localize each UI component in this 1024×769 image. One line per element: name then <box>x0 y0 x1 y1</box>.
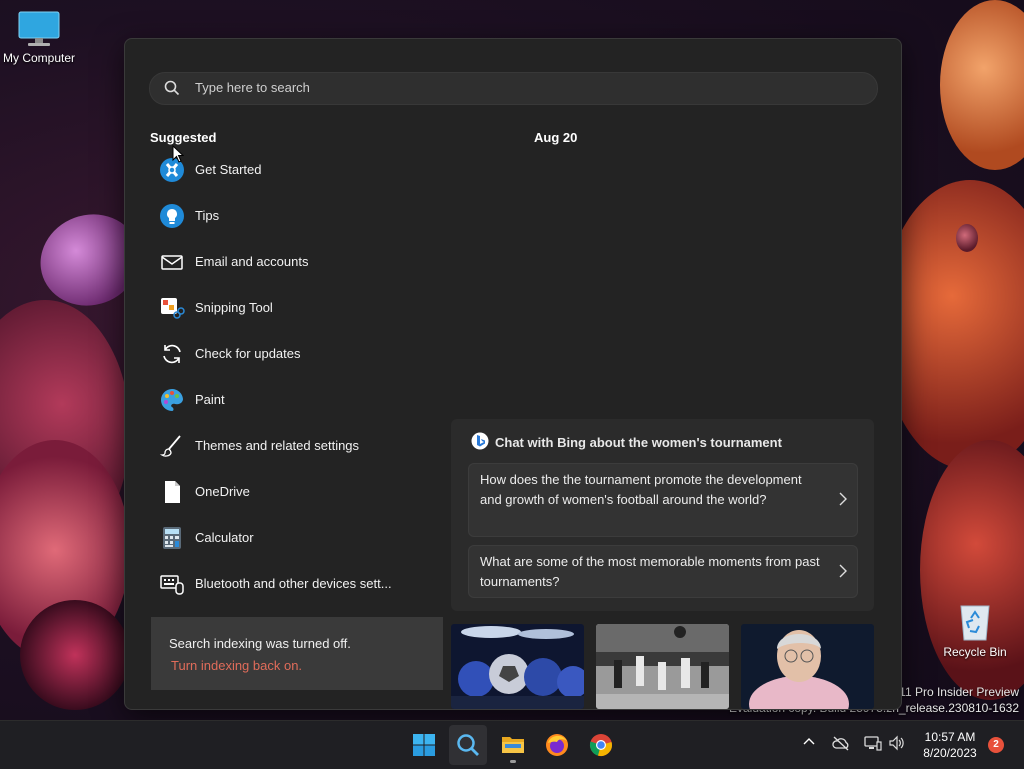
watermark-line1: s 11 Pro Insider Preview <box>889 685 1019 699</box>
devices-icon <box>159 571 185 597</box>
suggestion-get-started[interactable]: Get Started <box>159 157 419 203</box>
suggestion-check-for-updates[interactable]: Check for updates <box>159 341 419 387</box>
suggestion-email-accounts[interactable]: Email and accounts <box>159 249 419 295</box>
suggestion-label: Bluetooth and other devices sett... <box>195 576 392 591</box>
suggestion-tips[interactable]: Tips <box>159 203 419 249</box>
footballs-image[interactable] <box>451 624 584 709</box>
taskbar: 10:57 AM 8/20/2023 2 <box>0 720 1024 769</box>
monitor-icon <box>17 10 61 48</box>
suggestion-label: Themes and related settings <box>195 438 360 453</box>
coach-portrait-image[interactable] <box>741 624 874 709</box>
network-icon[interactable] <box>864 735 882 756</box>
chevron-up-icon[interactable] <box>802 735 816 754</box>
volume-icon[interactable] <box>888 735 904 756</box>
chat-question-card[interactable]: What are some of the most memorable mome… <box>468 545 858 598</box>
suggestion-snipping-tool[interactable]: Snipping Tool <box>159 295 419 341</box>
paint-palette-icon <box>159 387 185 413</box>
notification-badge[interactable]: 2 <box>988 737 1004 753</box>
system-clock[interactable]: 10:57 AM 8/20/2023 <box>918 729 982 761</box>
brush-icon <box>159 433 185 459</box>
clock-time: 10:57 AM <box>924 730 976 744</box>
chat-title: Chat with Bing about the women's tournam… <box>495 435 782 450</box>
chat-question-text: How does the the tournament promote the … <box>480 472 802 507</box>
chevron-right-icon <box>839 492 847 511</box>
document-icon <box>159 479 185 505</box>
firefox-button[interactable] <box>538 725 576 765</box>
chevron-right-icon <box>839 564 847 583</box>
mail-icon <box>159 249 185 275</box>
my-computer-label: My Computer <box>2 51 76 65</box>
file-explorer-button[interactable] <box>494 725 532 765</box>
date-heading: Aug 20 <box>534 130 578 145</box>
suggested-heading: Suggested <box>150 130 217 145</box>
calculator-icon <box>159 525 185 551</box>
suggestion-label: Calculator <box>195 530 254 545</box>
suggestion-label: Email and accounts <box>195 254 309 269</box>
recycle-bin-icon <box>957 600 993 642</box>
chat-question-text: What are some of the most memorable mome… <box>480 554 820 589</box>
suggestion-label: Snipping Tool <box>195 300 273 315</box>
chat-question-card[interactable]: How does the the tournament promote the … <box>468 463 858 537</box>
suggestion-themes-settings[interactable]: Themes and related settings <box>159 433 419 479</box>
vintage-match-image[interactable] <box>596 624 729 709</box>
suggestion-label: Paint <box>195 392 225 407</box>
mouse-cursor-icon <box>172 144 185 168</box>
onedrive-offline-icon[interactable] <box>832 735 850 756</box>
bing-chat-card: Chat with Bing about the women's tournam… <box>451 419 874 611</box>
search-flyout: Suggested Aug 20 Get Started Tips Email … <box>124 38 902 710</box>
taskbar-search-button[interactable] <box>449 725 487 765</box>
recycle-bin-shortcut[interactable]: Recycle Bin <box>937 600 1013 659</box>
suggestion-label: Get Started <box>195 162 262 177</box>
search-icon <box>164 80 180 101</box>
suggestion-onedrive[interactable]: OneDrive <box>159 479 419 525</box>
indexing-message: Search indexing was turned off. <box>169 636 351 651</box>
my-computer-shortcut[interactable]: My Computer <box>1 10 77 65</box>
tips-lightbulb-icon <box>159 203 185 229</box>
suggestion-calculator[interactable]: Calculator <box>159 525 419 571</box>
chrome-button[interactable] <box>582 725 620 765</box>
running-indicator <box>510 760 516 763</box>
search-box[interactable] <box>149 72 878 105</box>
start-button[interactable] <box>405 725 443 765</box>
refresh-icon <box>159 341 185 367</box>
suggestion-bluetooth-devices[interactable]: Bluetooth and other devices sett... <box>159 571 419 617</box>
suggestion-label: Tips <box>195 208 220 223</box>
clock-date: 8/20/2023 <box>923 746 977 760</box>
snipping-tool-icon <box>159 295 185 321</box>
indexing-notice: Search indexing was turned off. Turn ind… <box>151 617 443 690</box>
search-input[interactable] <box>193 79 847 96</box>
suggestion-paint[interactable]: Paint <box>159 387 419 433</box>
bing-logo-icon <box>471 432 489 455</box>
recycle-bin-label: Recycle Bin <box>943 645 1007 659</box>
suggestion-label: Check for updates <box>195 346 301 361</box>
suggestion-label: OneDrive <box>195 484 250 499</box>
turn-indexing-on-link[interactable]: Turn indexing back on. <box>171 658 302 673</box>
suggested-list: Get Started Tips Email and accounts Snip… <box>159 157 419 617</box>
